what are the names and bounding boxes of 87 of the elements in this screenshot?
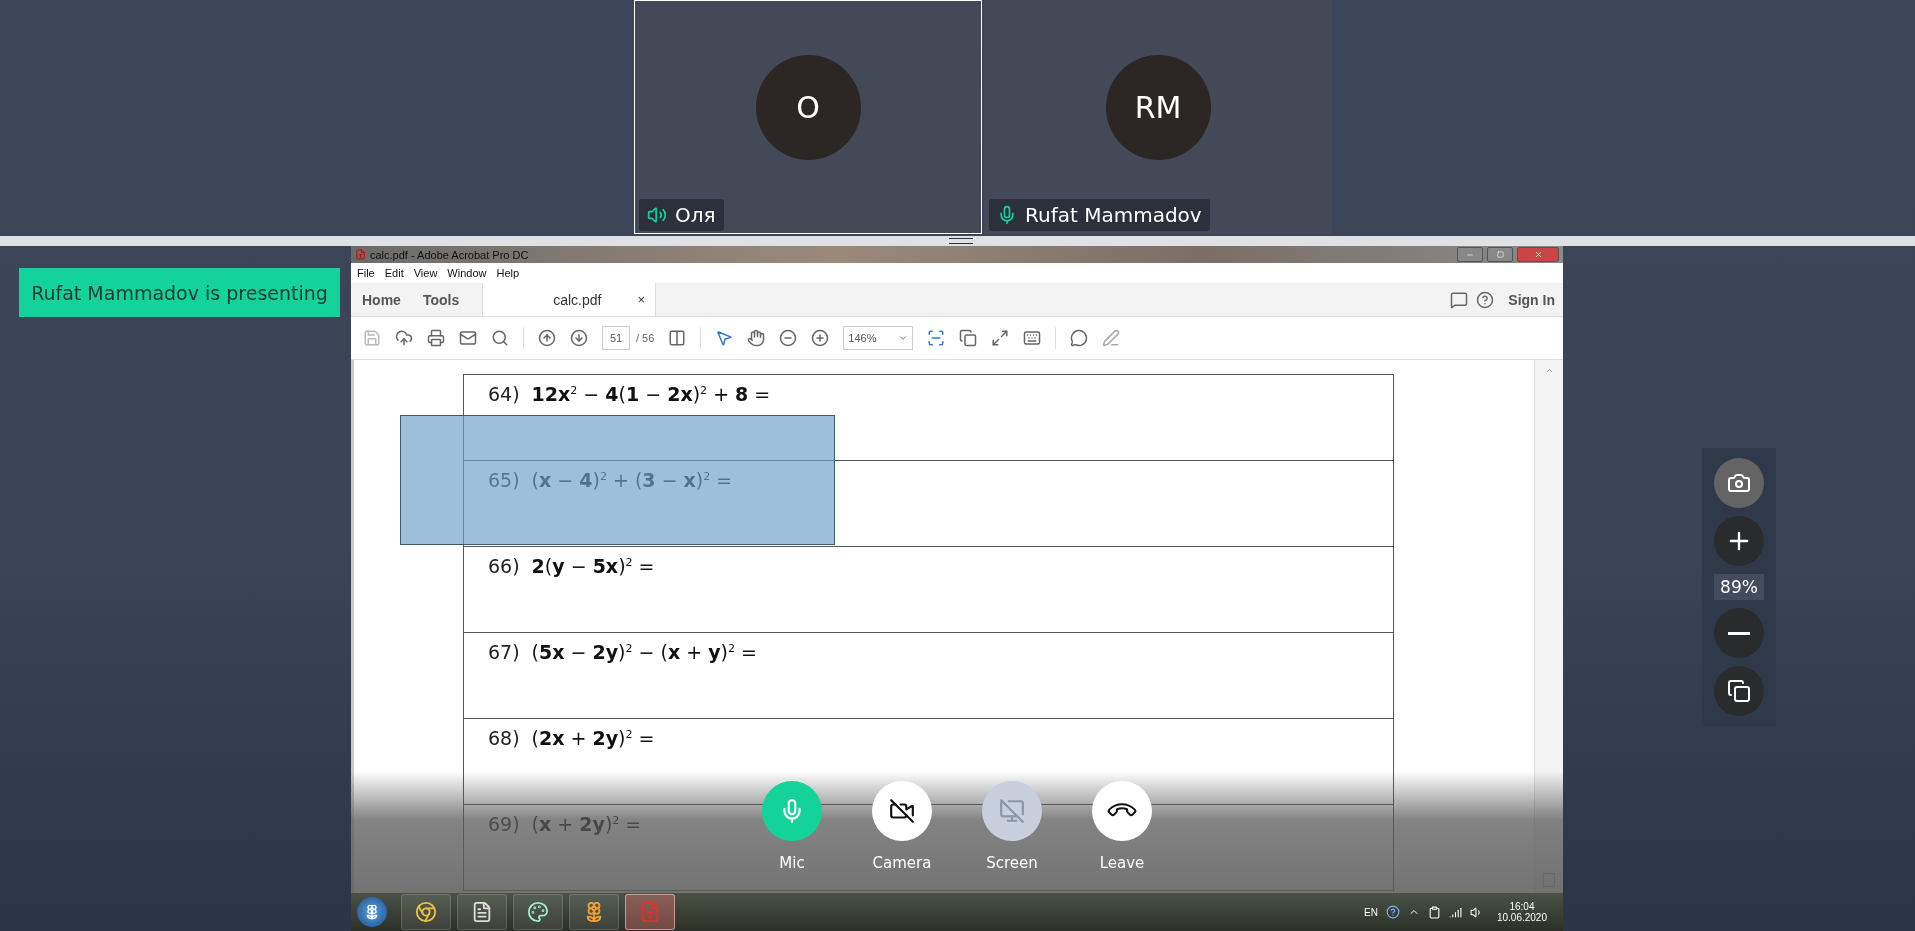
tab[interactable]: Tools [411, 283, 471, 316]
taskbar-app[interactable] [625, 894, 675, 930]
restore-button[interactable] [1487, 247, 1513, 262]
menu-item[interactable]: Help [496, 267, 520, 279]
problem-expression: (5x − 2y)$^{2}$ − (x + y)$^{2}$ = [531, 641, 757, 663]
previous-page-icon[interactable] [538, 329, 556, 347]
control-label: Screen [986, 854, 1038, 872]
volume-icon[interactable] [1469, 905, 1483, 919]
problem-number: 67) [488, 641, 520, 663]
problem-number: 64) [488, 383, 520, 405]
grip-icon[interactable] [948, 238, 973, 244]
name-text: Rufat Mammadov [1025, 203, 1202, 227]
copy-button[interactable] [1714, 666, 1764, 716]
participant-tile[interactable]: RM Rufat Mammadov [984, 0, 1332, 234]
screen-off-icon [999, 798, 1025, 824]
pointer-icon[interactable] [715, 329, 734, 347]
page-count: / 56 [636, 332, 655, 344]
next-page-icon[interactable] [570, 329, 588, 347]
camera-off-icon [889, 798, 915, 824]
presenting-banner: Rufat Mammadov is presenting [19, 268, 340, 317]
page-view-icon[interactable] [668, 329, 687, 347]
search-icon[interactable] [491, 329, 509, 347]
name-text: Оля [675, 203, 716, 227]
zoom-out-icon[interactable] [779, 329, 798, 347]
zoom-dropdown[interactable]: 146% [843, 326, 914, 350]
problem-expression: 12x$^{2}$ − 4(1 − 2x)$^{2}$ + 8 = [531, 383, 771, 405]
browser-icon [415, 901, 437, 923]
print-icon[interactable] [427, 329, 445, 347]
caret-icon [898, 333, 909, 343]
control-label: Mic [779, 854, 805, 872]
camera-icon [1727, 471, 1751, 495]
clipboard-icon[interactable] [1427, 905, 1441, 919]
language-indicator[interactable]: EN [1364, 906, 1378, 918]
menu-item[interactable]: File [357, 267, 375, 279]
avatar: RM [1105, 54, 1211, 160]
problem-expression: (x − 4)$^{2}$ + (3 − x)$^{2}$ = [531, 469, 733, 491]
problem-expression: (2x + 2y)$^{2}$ = [531, 727, 655, 749]
help-icon[interactable] [1385, 905, 1400, 919]
menu-item[interactable]: View [413, 267, 438, 279]
palette-icon [527, 901, 549, 923]
minus-icon [1728, 631, 1750, 635]
signal-icon[interactable] [1448, 905, 1462, 919]
problem-expression: (x + 2y)$^{2}$ = [531, 813, 642, 835]
problem-expression: 2(y − 5x)$^{2}$ = [531, 555, 655, 577]
comment-icon[interactable] [1070, 329, 1089, 347]
full-screen-icon[interactable] [991, 329, 1010, 347]
pdf-icon [639, 901, 661, 923]
zoom-out-button[interactable] [1714, 608, 1764, 658]
zoom-in-button[interactable] [1714, 516, 1764, 566]
window-title: calc.pdf - Adobe Acrobat Pro DC [370, 248, 530, 261]
copy-icon [1727, 679, 1751, 703]
restore-icon [1496, 251, 1504, 258]
clock[interactable]: 16:04 10.06.2020 [1496, 901, 1547, 923]
problem-number: 68) [488, 727, 520, 749]
zoom-in-icon[interactable] [811, 329, 830, 347]
zoom-level: 89% [1714, 574, 1764, 600]
problem-number: 69) [488, 813, 520, 835]
avatar: O [755, 54, 861, 160]
snapshot-button[interactable] [1714, 458, 1764, 508]
clock-date: 10.06.2020 [1496, 912, 1547, 923]
problem-number: 66) [488, 555, 520, 577]
tab[interactable]: calc.pdf × [482, 283, 657, 316]
close-tab-button[interactable]: × [637, 292, 646, 307]
minimize-button[interactable] [1457, 247, 1483, 262]
mail-icon[interactable] [459, 329, 477, 347]
mic-icon [997, 205, 1017, 225]
speaker-icon [647, 205, 667, 225]
fit-width-icon[interactable] [927, 329, 946, 347]
problem-number: 65) [488, 469, 520, 491]
menu-item[interactable]: Window [447, 267, 487, 279]
document-icon [471, 901, 493, 923]
help-icon[interactable] [1476, 290, 1495, 309]
tab[interactable]: Home [351, 283, 412, 316]
close-icon [1533, 250, 1543, 259]
sign-in-link[interactable]: Sign In [1508, 291, 1555, 308]
comment-icon[interactable] [1450, 290, 1469, 309]
control-label: Leave [1099, 854, 1145, 872]
clock-time: 16:04 [1509, 901, 1535, 912]
upload-icon[interactable] [395, 329, 413, 347]
control-label: Camera [872, 854, 932, 872]
page-number-field[interactable]: 51 [602, 326, 630, 350]
pdf-icon [355, 249, 366, 260]
menu-item[interactable]: Edit [384, 267, 404, 279]
participant-tile[interactable]: O Оля [634, 0, 982, 234]
hand-icon[interactable] [747, 329, 766, 347]
start-button[interactable] [357, 897, 387, 927]
fit-page-icon[interactable] [959, 329, 978, 347]
